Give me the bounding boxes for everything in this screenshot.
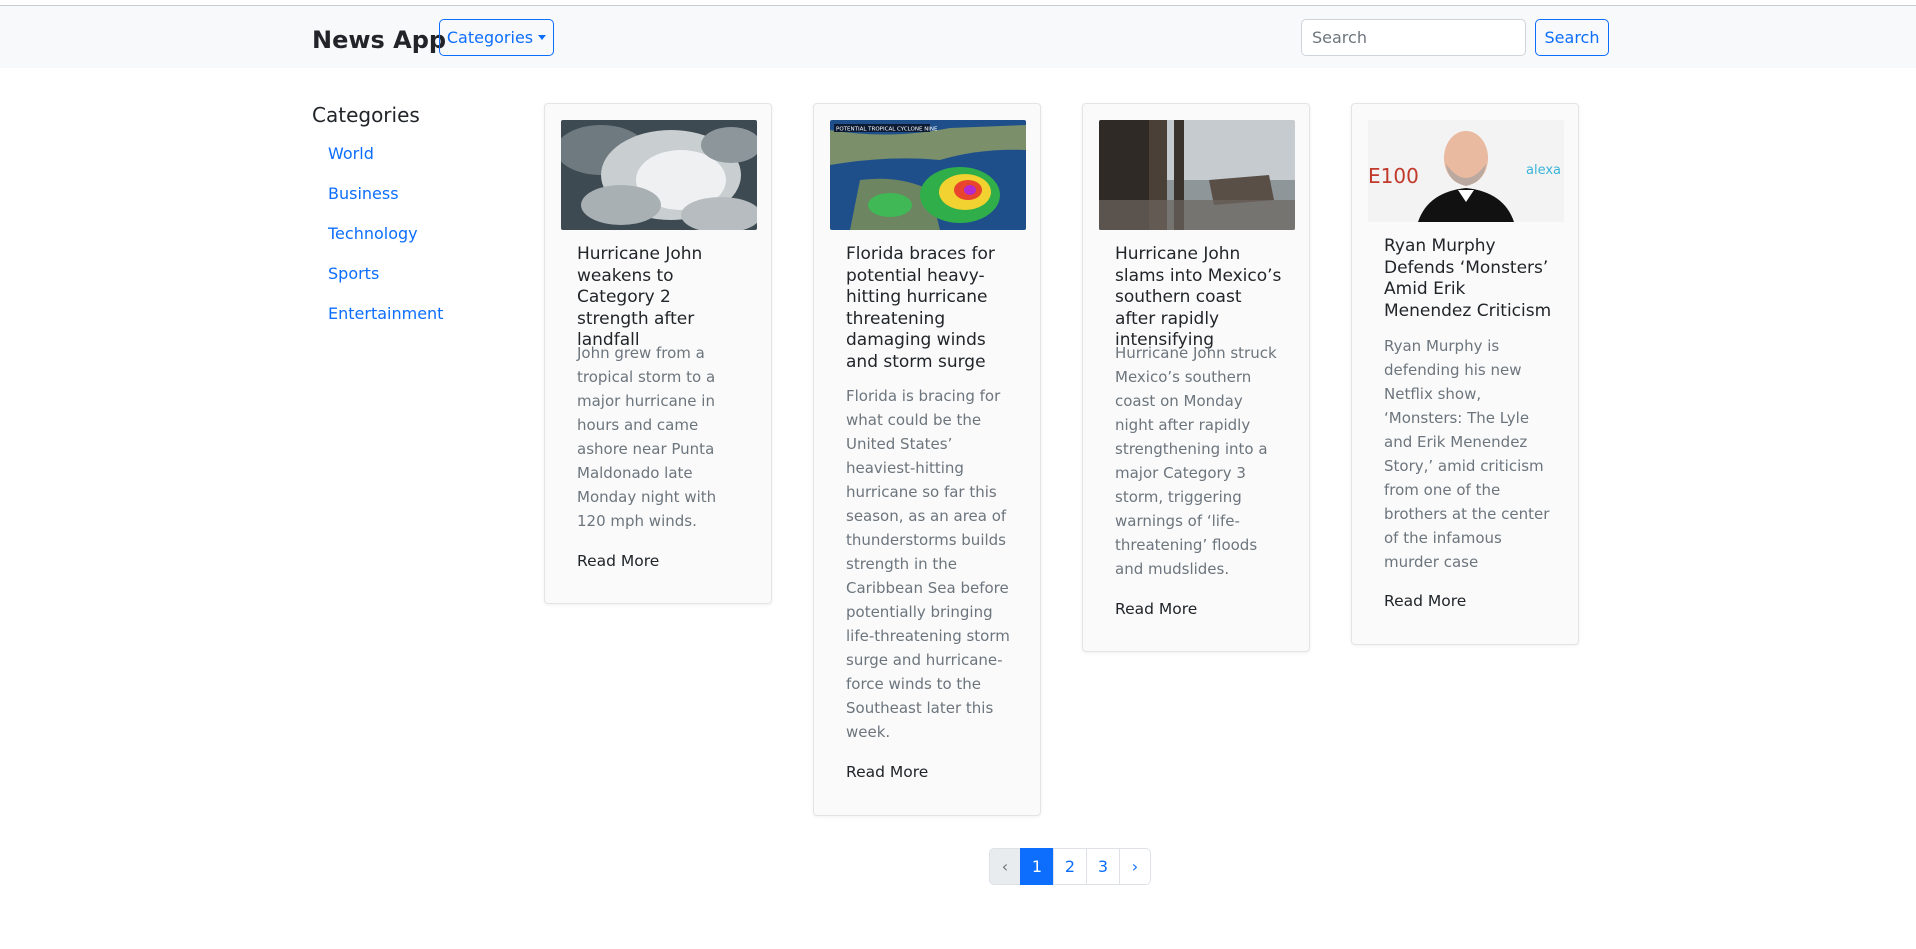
sidebar-item-technology[interactable]: Technology [328, 224, 418, 243]
article-description: Florida is bracing for what could be the… [846, 387, 1010, 741]
sidebar-item-sports[interactable]: Sports [328, 264, 379, 283]
search-button[interactable]: Search [1535, 19, 1609, 56]
categories-dropdown-button[interactable]: Categories [439, 19, 554, 56]
flooded-coast-image [1099, 120, 1295, 230]
read-more-link[interactable]: Read More [846, 763, 928, 781]
read-more-link[interactable]: Read More [1384, 592, 1466, 610]
article-title[interactable]: Hurricane John weakens to Category 2 str… [577, 244, 747, 352]
read-more-link[interactable]: Read More [1115, 600, 1197, 618]
pagination: ‹ 1 2 3 › [989, 848, 1151, 885]
article-image [561, 120, 757, 230]
pagination-page-2[interactable]: 2 [1053, 848, 1087, 885]
sidebar-item-business[interactable]: Business [328, 184, 399, 203]
brand-title[interactable]: News App [312, 26, 446, 54]
sidebar-item-entertainment[interactable]: Entertainment [328, 304, 443, 323]
categories-dropdown-label: Categories [446, 28, 534, 47]
article-card: E100 alexa Ryan Murphy Defends ‘Monsters… [1351, 103, 1579, 645]
portrait-image: E100 alexa [1368, 120, 1564, 222]
pagination-next-button[interactable]: › [1119, 848, 1151, 885]
article-title[interactable]: Florida braces for potential heavy-hitti… [846, 244, 1016, 373]
pagination-page-3[interactable]: 3 [1086, 848, 1120, 885]
article-title[interactable]: Ryan Murphy Defends ‘Monsters’ Amid Erik… [1384, 236, 1554, 322]
image-caption: POTENTIAL TROPICAL CYCLONE NINE [836, 127, 938, 133]
article-image: E100 alexa [1368, 120, 1564, 222]
article-image [1099, 120, 1295, 230]
search-input[interactable]: Search [1301, 19, 1526, 56]
satellite-cloud-image [561, 120, 757, 230]
caret-down-icon [538, 35, 547, 40]
article-description: Hurricane John struck Mexico’s southern … [1115, 344, 1277, 578]
search-placeholder: Search [1312, 28, 1367, 47]
article-card: Hurricane John weakens to Category 2 str… [544, 103, 772, 604]
article-description: John grew from a tropical storm to a maj… [577, 344, 717, 530]
image-text-left: E100 [1368, 164, 1419, 188]
image-text-right: alexa [1526, 163, 1561, 178]
pagination-prev-button[interactable]: ‹ [989, 848, 1021, 885]
read-more-link[interactable]: Read More [577, 552, 659, 570]
sidebar-item-world[interactable]: World [328, 144, 374, 163]
navbar: News App Categories Search Search [0, 6, 1916, 68]
article-card: Hurricane John slams into Mexico’s south… [1082, 103, 1310, 652]
article-title[interactable]: Hurricane John slams into Mexico’s south… [1115, 244, 1285, 352]
pagination-page-1[interactable]: 1 [1020, 848, 1054, 885]
article-card: POTENTIAL TROPICAL CYCLONE NINE Florida … [813, 103, 1041, 816]
article-image: POTENTIAL TROPICAL CYCLONE NINE [830, 120, 1026, 230]
article-description: Ryan Murphy is defending his new Netflix… [1384, 337, 1550, 571]
weather-radar-map-image: POTENTIAL TROPICAL CYCLONE NINE [830, 120, 1026, 230]
sidebar-title: Categories [312, 103, 420, 127]
